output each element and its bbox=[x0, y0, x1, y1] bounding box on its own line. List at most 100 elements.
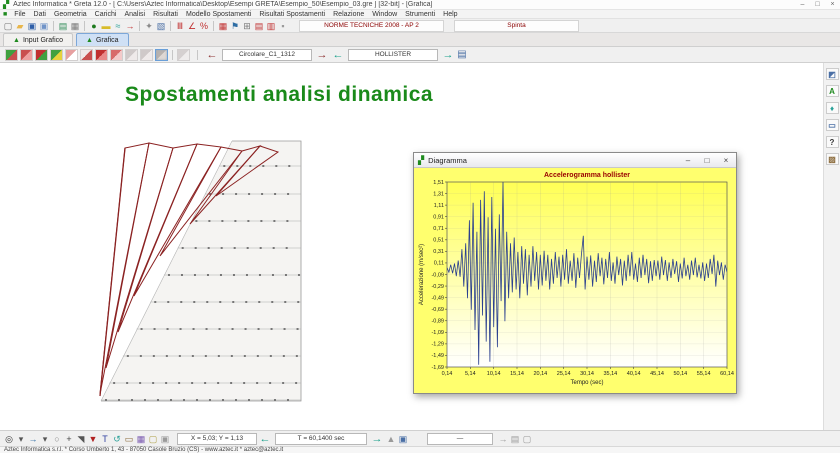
view-wedge-red-green-icon[interactable] bbox=[35, 49, 48, 61]
extra-field[interactable]: — bbox=[427, 433, 493, 445]
view-wedge-gray-2-icon[interactable] bbox=[140, 49, 153, 61]
wall-section-2-icon[interactable]: ▥ bbox=[265, 20, 277, 32]
data-table-icon[interactable]: ▦ bbox=[69, 20, 81, 32]
annotation-icon[interactable]: A bbox=[826, 85, 839, 97]
selection-grid-icon[interactable]: ▧ bbox=[155, 20, 167, 32]
menu-risultati-spostamenti[interactable]: Risultati Spostamenti bbox=[255, 11, 329, 18]
view-wedge-green-yellow-icon[interactable] bbox=[50, 49, 63, 61]
menu-window[interactable]: Window bbox=[368, 11, 401, 18]
anchor-tool-icon[interactable]: ♦ bbox=[826, 102, 839, 114]
maximize-button[interactable]: □ bbox=[813, 1, 822, 8]
spinta-button[interactable]: Spinta bbox=[454, 20, 579, 32]
norme-tecniche-button[interactable]: NORME TECNICHE 2008 - AP 2 bbox=[299, 20, 444, 32]
chart-flag-icon[interactable]: ⚑ bbox=[229, 20, 241, 32]
help-tool-icon[interactable]: ? bbox=[826, 136, 839, 148]
grid-tool-icon[interactable]: ▦ bbox=[135, 433, 147, 445]
report-page-icon[interactable]: ▢ bbox=[521, 433, 533, 445]
pan-tool-icon[interactable]: → bbox=[27, 433, 39, 445]
minimize-button[interactable]: – bbox=[798, 1, 807, 8]
time-display[interactable]: T = 60,1400 sec bbox=[275, 433, 367, 445]
ruler-tool-icon[interactable]: ▭ bbox=[123, 433, 135, 445]
prev-surface-button[interactable]: ← bbox=[204, 49, 220, 61]
hammer-tool-icon[interactable]: ✦ bbox=[143, 20, 155, 32]
svg-text:45,14: 45,14 bbox=[650, 371, 664, 377]
svg-text:Accelerogramma hollister: Accelerogramma hollister bbox=[544, 172, 630, 179]
view-wedge-red-icon[interactable] bbox=[95, 49, 108, 61]
new-document-icon[interactable]: ▢ bbox=[2, 20, 14, 32]
close-button[interactable]: × bbox=[828, 1, 837, 8]
right-tool-panel: ◩ A ♦ ▭? ▨ bbox=[823, 63, 840, 430]
zoom-window-icon[interactable]: ◩ bbox=[826, 68, 839, 80]
view-wedge-outline-icon[interactable] bbox=[80, 49, 93, 61]
view-wedge-rose-icon[interactable] bbox=[110, 49, 123, 61]
bottom-toolbar: ◎▾→▾○+◥▼T↺▭▦▢▣ X = 5,03; Y = 1,13 ← T = … bbox=[0, 430, 840, 446]
window-title: Aztec Informatica * Greta 12.0 - [ C:\Us… bbox=[13, 1, 432, 8]
mesh-icon[interactable]: ⊞ bbox=[241, 20, 253, 32]
text-tool-icon[interactable]: T bbox=[99, 433, 111, 445]
menu-analisi[interactable]: Analisi bbox=[120, 11, 149, 18]
reinforcement-icon[interactable]: Ⅲ bbox=[174, 20, 186, 32]
legend-panel-icon[interactable]: ▭ bbox=[826, 119, 839, 131]
surface-name-field[interactable]: Circolare_C1_1312 bbox=[222, 49, 312, 61]
svg-text:-0,29: -0,29 bbox=[431, 284, 444, 290]
wall-section-icon[interactable]: ▤ bbox=[253, 20, 265, 32]
copy-tool-icon[interactable]: ▣ bbox=[159, 433, 171, 445]
page-tool-icon[interactable]: ▢ bbox=[147, 433, 159, 445]
toolbar-separator bbox=[172, 50, 173, 60]
circle-select-icon[interactable]: ○ bbox=[51, 433, 63, 445]
run-analysis-icon[interactable]: → bbox=[124, 20, 136, 32]
node-tool-icon[interactable]: ● bbox=[88, 20, 100, 32]
small-box-icon[interactable]: ▪ bbox=[277, 20, 289, 32]
menu-risultati[interactable]: Risultati bbox=[149, 11, 182, 18]
open-folder-icon[interactable]: ▰ bbox=[14, 20, 26, 32]
forward-arrow-icon[interactable]: → bbox=[497, 433, 509, 445]
print-preview-icon[interactable]: ▤ bbox=[509, 433, 521, 445]
view-pressures-icon[interactable] bbox=[20, 49, 33, 61]
menu-file[interactable]: File bbox=[10, 11, 29, 18]
report-form-icon[interactable]: ▤ bbox=[456, 49, 468, 61]
pan-caret-icon[interactable]: ▾ bbox=[39, 433, 51, 445]
view-displacements-icon[interactable] bbox=[155, 49, 168, 61]
next-record-button[interactable]: → bbox=[440, 49, 456, 61]
menu-help[interactable]: Help bbox=[439, 11, 461, 18]
view-geometry-icon[interactable] bbox=[5, 49, 18, 61]
view-wedge-pink-icon[interactable] bbox=[65, 49, 78, 61]
rotate-tool-icon[interactable]: ↺ bbox=[111, 433, 123, 445]
zoom-caret-icon[interactable]: ▾ bbox=[15, 433, 27, 445]
print-icon[interactable]: ▤ bbox=[57, 20, 69, 32]
chart-mini-icon[interactable]: ▲ bbox=[385, 433, 397, 445]
save-icon[interactable]: ▣ bbox=[26, 20, 38, 32]
snap-tool-icon[interactable]: + bbox=[63, 433, 75, 445]
prev-record-button[interactable]: ← bbox=[330, 49, 346, 61]
layers-icon[interactable]: ▬ bbox=[100, 20, 112, 32]
monitor-icon[interactable]: ▣ bbox=[397, 433, 409, 445]
dialog-close-button[interactable]: × bbox=[720, 156, 732, 165]
tab-input-grafico[interactable]: ▲Input Grafico bbox=[3, 33, 73, 46]
menu-relazione[interactable]: Relazione bbox=[329, 11, 368, 18]
menu-carichi[interactable]: Carichi bbox=[91, 11, 121, 18]
coordinates-display: X = 5,03; Y = 1,13 bbox=[177, 433, 257, 445]
menu-geometria[interactable]: Geometria bbox=[50, 11, 91, 18]
view-wedge-gray-1-icon[interactable] bbox=[125, 49, 138, 61]
time-next-button[interactable]: → bbox=[369, 433, 385, 445]
save-copy-icon[interactable]: ▣ bbox=[38, 20, 50, 32]
marker-tool-icon[interactable]: ▼ bbox=[87, 433, 99, 445]
time-prev-button[interactable]: ← bbox=[257, 433, 273, 445]
pointer-tool-icon[interactable]: ◥ bbox=[75, 433, 87, 445]
menu-strumenti[interactable]: Strumenti bbox=[401, 11, 439, 18]
next-surface-button[interactable]: → bbox=[314, 49, 330, 61]
dialog-title-bar[interactable]: ▞ Diagramma – □ × bbox=[414, 153, 736, 168]
angle-tool-icon[interactable]: ∠ bbox=[186, 20, 198, 32]
tab-grafica[interactable]: ▲Grafica bbox=[76, 33, 129, 46]
dialog-minimize-button[interactable]: – bbox=[682, 156, 694, 165]
hatch-tool-icon[interactable]: ▨ bbox=[826, 153, 839, 165]
rebar-grid-icon[interactable]: ▦ bbox=[217, 20, 229, 32]
curve-tool-icon[interactable]: ≈ bbox=[112, 20, 124, 32]
zoom-tool-icon[interactable]: ◎ bbox=[3, 433, 15, 445]
dialog-maximize-button[interactable]: □ bbox=[701, 156, 713, 165]
percent-tool-icon[interactable]: % bbox=[198, 20, 210, 32]
menu-modello-spostamenti[interactable]: Modello Spostamenti bbox=[182, 11, 255, 18]
menu-dati[interactable]: Dati bbox=[30, 11, 50, 18]
record-name-field[interactable]: HOLLISTER bbox=[348, 49, 438, 61]
view-wedge-disabled-icon[interactable] bbox=[177, 49, 190, 61]
